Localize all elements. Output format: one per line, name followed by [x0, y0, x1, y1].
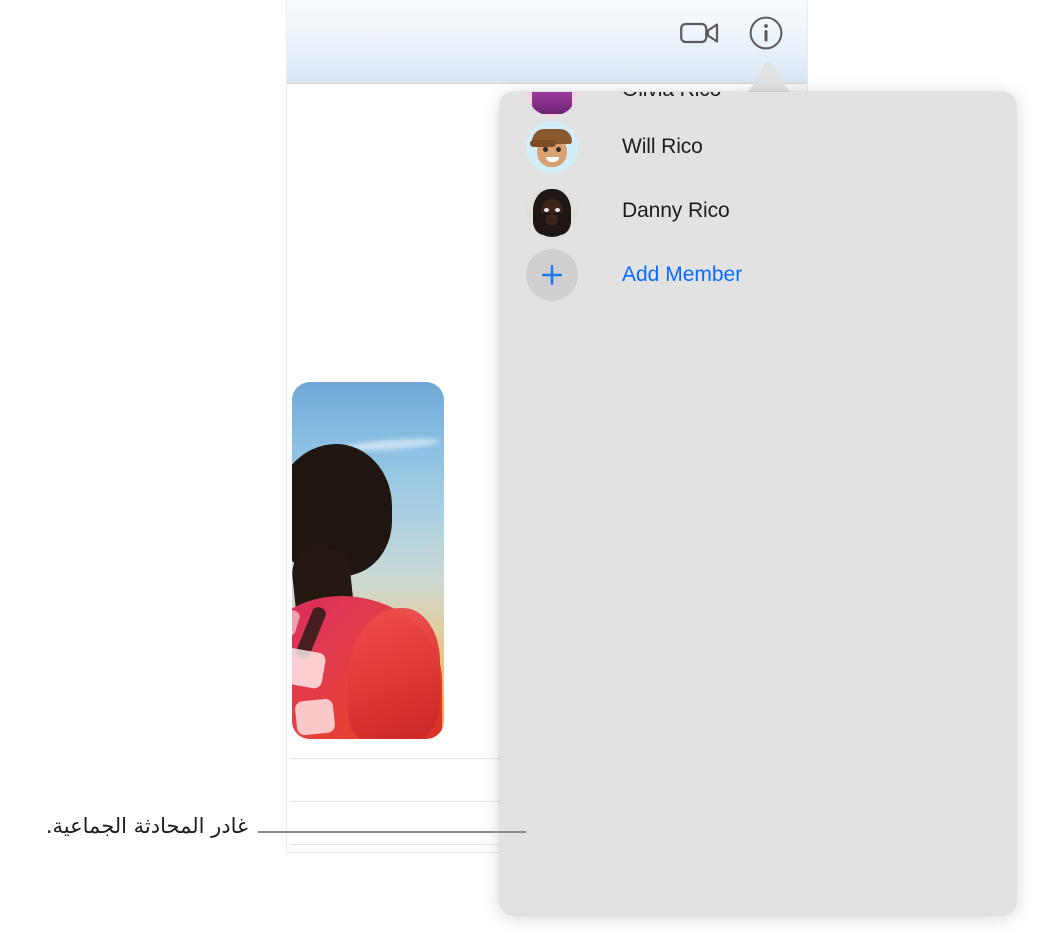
photo-message-bubble[interactable]: [292, 382, 444, 739]
avatar: [526, 185, 578, 237]
member-name: Will Rico: [622, 135, 703, 158]
member-name: Olivia Rico: [622, 92, 721, 102]
dress-pattern: [292, 646, 327, 690]
window-titlebar: [287, 0, 807, 84]
member-row[interactable]: Olivia Rico: [526, 92, 721, 116]
member-row[interactable]: Danny Rico: [526, 185, 730, 237]
conversation-info-popover: Olivia Rico Will Rico: [500, 92, 1016, 915]
video-camera-icon: [680, 22, 719, 44]
callout-leader-line: [258, 831, 526, 833]
info-circle-icon: [749, 16, 783, 50]
member-row[interactable]: Will Rico: [526, 121, 703, 173]
add-member-label: Add Member: [622, 263, 743, 286]
avatar: [526, 92, 578, 116]
facetime-button[interactable]: [679, 12, 721, 54]
conversation-info-button[interactable]: [745, 12, 787, 54]
avatar: [526, 121, 578, 173]
plus-icon: [542, 265, 562, 285]
add-member-avatar: [526, 249, 578, 301]
callout-label: غادر المحادثة الجماعية.: [45, 814, 248, 838]
dress-pattern: [294, 698, 336, 736]
toolbar-actions: [679, 12, 787, 54]
member-name: Danny Rico: [622, 199, 730, 222]
popover-arrow: [741, 62, 797, 94]
add-member-row[interactable]: Add Member: [526, 249, 742, 301]
